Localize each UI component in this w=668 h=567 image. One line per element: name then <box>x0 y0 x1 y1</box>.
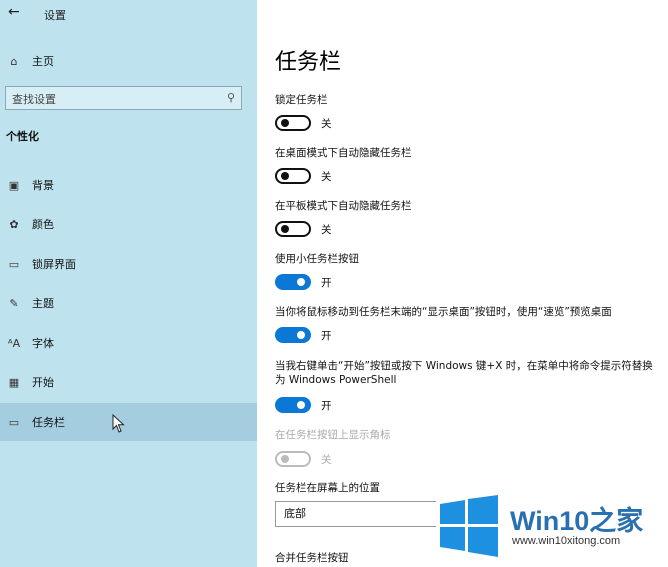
toggle-row-autohide-desktop: 关 <box>275 168 332 184</box>
mouse-cursor-icon <box>112 414 125 433</box>
toggle-small-buttons[interactable] <box>275 274 311 290</box>
toggle-row-peek: 开 <box>275 327 332 343</box>
setting-label-peek: 当你将鼠标移动到任务栏末端的“显示桌面”按钮时，使用“速览”预览桌面 <box>275 306 612 318</box>
toggle-knob <box>281 119 289 127</box>
lock-screen-icon: ▭ <box>8 257 20 271</box>
setting-label-powershell: 当我右键单击“开始”按钮或按下 Windows 键+X 时，在菜单中将命令提示符… <box>275 360 653 386</box>
toggle-state-label: 关 <box>321 223 332 236</box>
toggle-state-label: 开 <box>321 276 332 289</box>
sidebar-item-label: 颜色 <box>32 218 54 231</box>
toggle-row-badges: 关 <box>275 451 332 467</box>
toggle-knob <box>281 225 289 233</box>
toggle-knob <box>297 401 305 409</box>
watermark-url: www.win10xitong.com <box>512 535 621 547</box>
setting-label-badges: 在任务栏按钮上显示角标 <box>275 429 391 441</box>
toggle-row-autohide-tablet: 关 <box>275 221 332 237</box>
sidebar-item-home[interactable]: ⌂ 主页 <box>0 42 257 80</box>
toggle-peek[interactable] <box>275 327 311 343</box>
toggle-knob <box>297 278 305 286</box>
sidebar-item-colors[interactable]: ✿ 颜色 <box>0 205 257 243</box>
toggle-state-label: 关 <box>321 453 332 466</box>
sidebar-item-label: 开始 <box>32 376 54 389</box>
sidebar-item-lock-screen[interactable]: ▭ 锁屏界面 <box>0 245 257 283</box>
toggle-row-small-buttons: 开 <box>275 274 332 290</box>
position-dropdown[interactable]: 底部 <box>275 501 445 527</box>
toggle-knob <box>281 172 289 180</box>
watermark: Win10之家 www.win10xitong.com <box>436 493 668 567</box>
toggle-row-lock-taskbar: 关 <box>275 115 332 131</box>
toggle-row-powershell: 开 <box>275 397 332 413</box>
palette-icon: ✿ <box>9 217 19 231</box>
title-bar: ← 设置 <box>0 0 257 28</box>
toggle-state-label: 开 <box>321 329 332 342</box>
windows-logo-icon <box>440 495 498 557</box>
taskbar-icon: ▭ <box>8 415 20 429</box>
sidebar-item-label: 锁屏界面 <box>32 258 76 271</box>
toggle-state-label: 关 <box>321 117 332 130</box>
settings-window: ← 设置 ⌂ 主页 ⚲ 个性化 ▣ 背景 ✿ 颜色 ▭ 锁屏界面 ✎ 主题 <box>0 0 668 567</box>
setting-label-autohide-tablet: 在平板模式下自动隐藏任务栏 <box>275 200 412 212</box>
app-title: 设置 <box>44 9 66 22</box>
sidebar-item-label: 任务栏 <box>32 416 65 429</box>
font-icon: ᴬA <box>7 336 21 350</box>
back-arrow-icon[interactable]: ← <box>8 4 20 20</box>
start-icon: ▦ <box>8 375 20 389</box>
toggle-powershell[interactable] <box>275 397 311 413</box>
section-heading: 个性化 <box>6 130 39 143</box>
toggle-autohide-desktop[interactable] <box>275 168 311 184</box>
sidebar-item-label: 字体 <box>32 337 54 350</box>
search-box[interactable]: ⚲ <box>5 86 242 111</box>
sidebar-item-themes[interactable]: ✎ 主题 <box>0 284 257 322</box>
sidebar-item-background[interactable]: ▣ 背景 <box>0 166 257 204</box>
sidebar-item-label: 背景 <box>32 179 54 192</box>
setting-label-lock-taskbar: 锁定任务栏 <box>275 94 328 106</box>
toggle-knob <box>297 331 305 339</box>
sidebar-item-label: 主页 <box>32 55 54 68</box>
search-input[interactable] <box>6 87 214 111</box>
setting-label-small-buttons: 使用小任务栏按钮 <box>275 253 359 265</box>
search-icon[interactable]: ⚲ <box>227 91 235 104</box>
watermark-brand-en: Win10 <box>510 506 590 536</box>
main-content: 任务栏 锁定任务栏 关 在桌面模式下自动隐藏任务栏 关 在平板模式下自动隐藏任务… <box>257 0 668 567</box>
sidebar: ← 设置 ⌂ 主页 ⚲ 个性化 ▣ 背景 ✿ 颜色 ▭ 锁屏界面 ✎ 主题 <box>0 0 257 567</box>
setting-label-autohide-desktop: 在桌面模式下自动隐藏任务栏 <box>275 147 412 159</box>
position-dropdown-value: 底部 <box>284 507 306 520</box>
home-icon: ⌂ <box>10 54 18 68</box>
toggle-autohide-tablet[interactable] <box>275 221 311 237</box>
sidebar-item-label: 主题 <box>32 297 54 310</box>
sidebar-item-start[interactable]: ▦ 开始 <box>0 363 257 401</box>
toggle-lock-taskbar[interactable] <box>275 115 311 131</box>
toggle-state-label: 开 <box>321 399 332 412</box>
theme-icon: ✎ <box>9 296 19 310</box>
sidebar-item-fonts[interactable]: ᴬA 字体 <box>0 324 257 362</box>
toggle-badges[interactable] <box>275 451 311 467</box>
toggle-state-label: 关 <box>321 170 332 183</box>
watermark-brand: Win10之家 <box>510 499 643 538</box>
sidebar-item-taskbar[interactable]: ▭ 任务栏 <box>0 403 257 441</box>
toggle-knob <box>281 455 289 463</box>
image-icon: ▣ <box>8 178 20 192</box>
page-title: 任务栏 <box>275 50 342 75</box>
watermark-brand-zh: 之家 <box>589 506 644 536</box>
